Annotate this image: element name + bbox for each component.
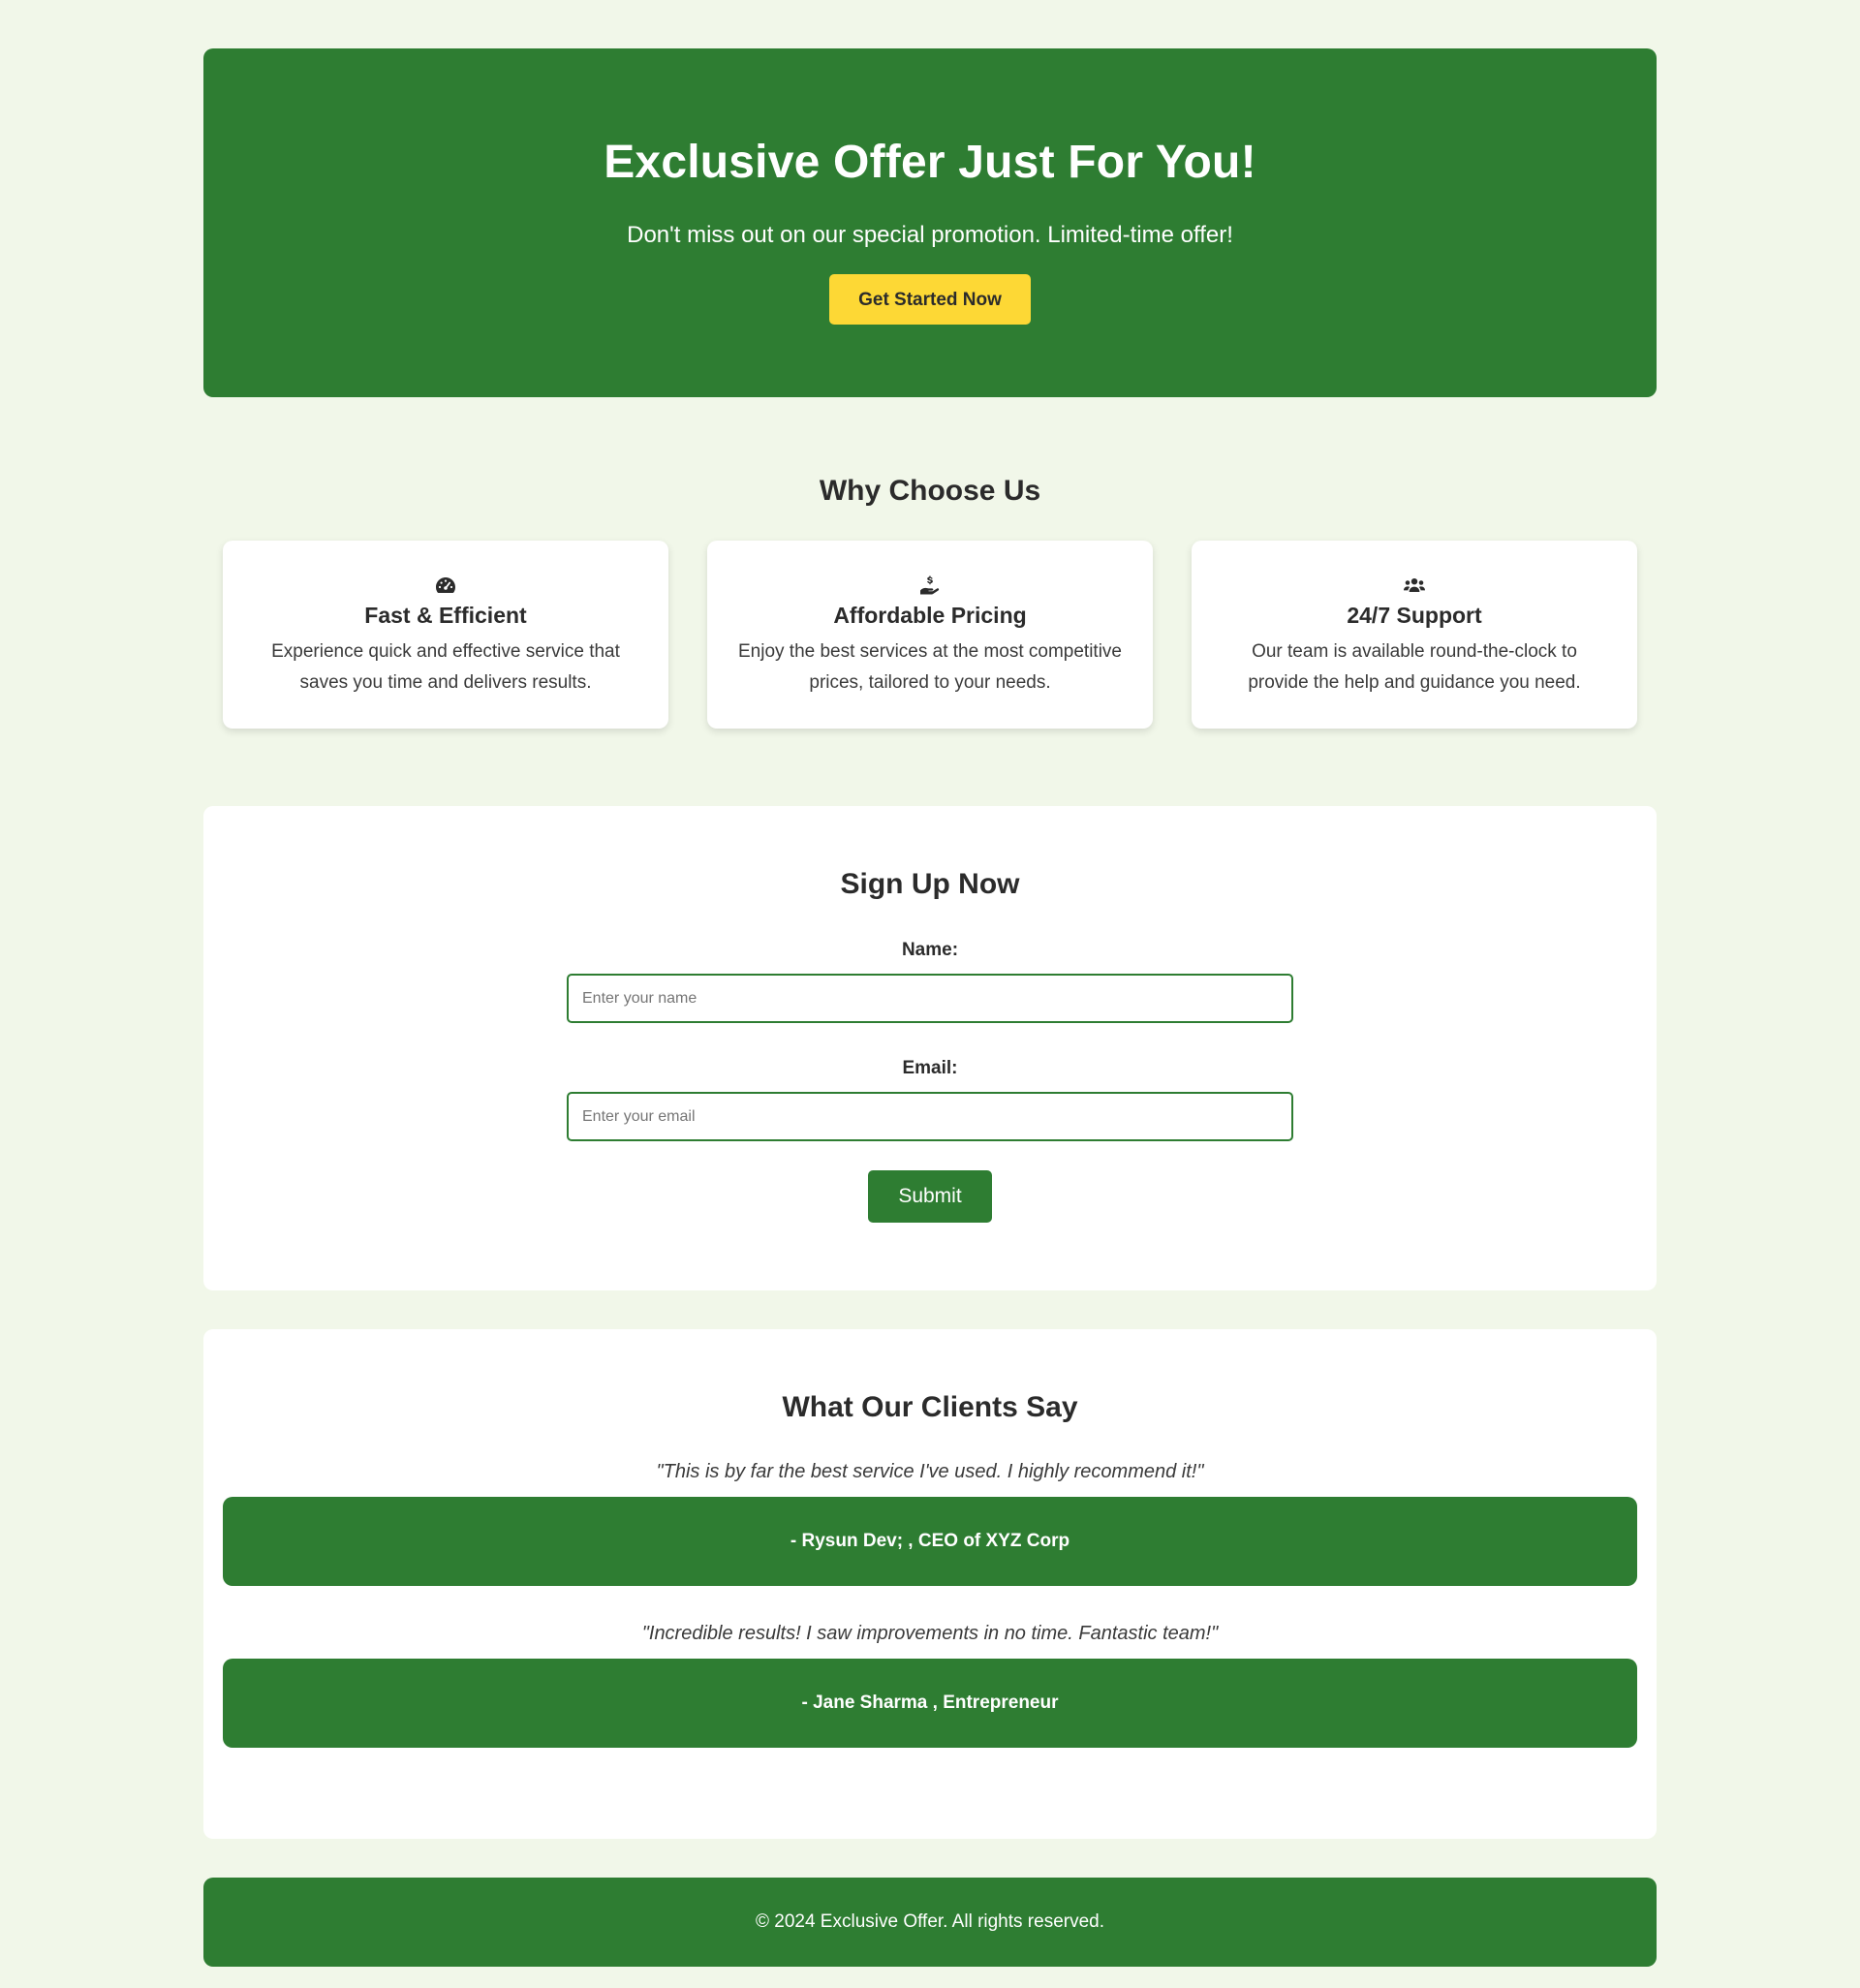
- email-label: Email:: [902, 1058, 958, 1078]
- name-input[interactable]: [567, 974, 1293, 1023]
- tachometer-icon: [436, 577, 455, 593]
- hero-title: Exclusive Offer Just For You!: [604, 137, 1256, 188]
- users-icon: [1404, 578, 1425, 592]
- feature-title: 24/7 Support: [1347, 603, 1482, 628]
- testimonials-section: What Our Clients Say "This is by far the…: [203, 1329, 1657, 1839]
- testimonial-author: - Jane Sharma , Entrepreneur: [223, 1659, 1637, 1748]
- name-label: Name:: [901, 940, 959, 960]
- signup-form: Name: Email: Submit: [203, 940, 1657, 1223]
- features-section: Why Choose Us Fast & Efficient Experienc…: [203, 475, 1657, 729]
- testimonials-title: What Our Clients Say: [782, 1391, 1078, 1423]
- feature-title: Affordable Pricing: [833, 603, 1027, 628]
- testimonial-item: "This is by far the best service I've us…: [223, 1461, 1637, 1586]
- email-input[interactable]: [567, 1092, 1293, 1141]
- hero-subtitle: Don't miss out on our special promotion.…: [627, 222, 1233, 248]
- feature-card-fast: Fast & Efficient Experience quick and ef…: [223, 541, 668, 729]
- feature-description: Experience quick and effective service t…: [271, 641, 620, 693]
- testimonial-quote: "This is by far the best service I've us…: [656, 1461, 1204, 1482]
- testimonial-quote: "Incredible results! I saw improvements …: [641, 1623, 1219, 1644]
- get-started-button[interactable]: Get Started Now: [829, 274, 1031, 325]
- signup-title: Sign Up Now: [840, 868, 1020, 900]
- feature-description: Enjoy the best services at the most comp…: [737, 641, 1122, 693]
- page-container: Exclusive Offer Just For You! Don't miss…: [203, 48, 1657, 1967]
- copyright-text: © 2024 Exclusive Offer. All rights reser…: [755, 1911, 1105, 1932]
- feature-card-pricing: Affordable Pricing Enjoy the best servic…: [707, 541, 1153, 729]
- feature-title: Fast & Efficient: [364, 603, 527, 628]
- footer: © 2024 Exclusive Offer. All rights reser…: [203, 1878, 1657, 1967]
- testimonial-author: - Rysun Dev; , CEO of XYZ Corp: [223, 1497, 1637, 1586]
- hand-holding-dollar-icon: [920, 575, 940, 595]
- features-title: Why Choose Us: [819, 475, 1041, 507]
- hero-banner: Exclusive Offer Just For You! Don't miss…: [203, 48, 1657, 397]
- feature-cards: Fast & Efficient Experience quick and ef…: [203, 541, 1657, 729]
- feature-description: Our team is available round-the-clock to…: [1248, 641, 1581, 693]
- submit-button[interactable]: Submit: [868, 1170, 992, 1223]
- signup-section: Sign Up Now Name: Email: Submit: [203, 806, 1657, 1290]
- feature-card-support: 24/7 Support Our team is available round…: [1192, 541, 1637, 729]
- testimonial-item: "Incredible results! I saw improvements …: [223, 1623, 1637, 1748]
